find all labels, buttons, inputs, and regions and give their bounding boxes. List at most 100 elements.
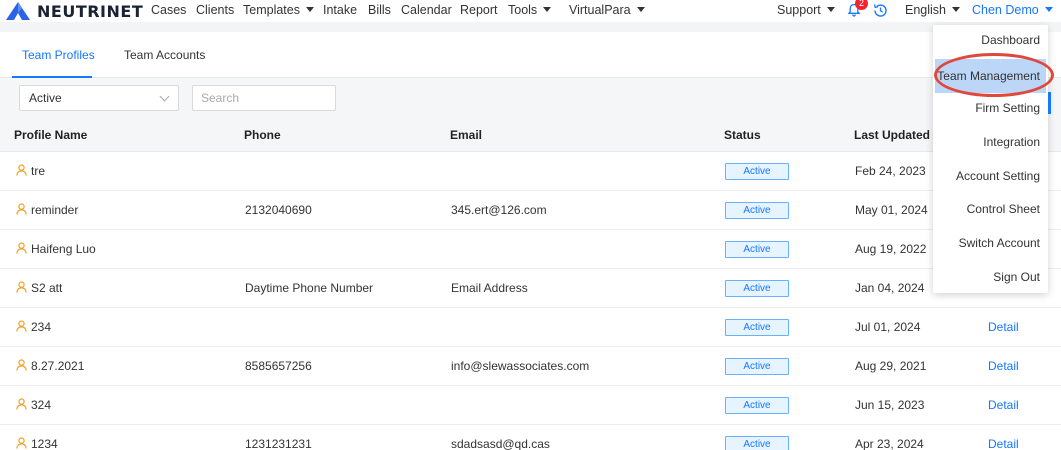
nav-report[interactable]: Report bbox=[460, 3, 498, 17]
nav-report-label: Report bbox=[460, 3, 498, 17]
history-clock-icon[interactable] bbox=[873, 3, 888, 18]
table-header: Profile Name Phone Email Status Last Upd… bbox=[0, 118, 1061, 152]
caret-down-icon bbox=[1044, 7, 1053, 12]
support-label: Support bbox=[777, 3, 821, 17]
email-cell: 345.ert@126.com bbox=[451, 203, 547, 217]
brand-logo[interactable]: NEUTRINET bbox=[6, 0, 143, 22]
table-row[interactable]: 324 Active Jun 15, 2023 Detail bbox=[0, 386, 1061, 425]
person-icon bbox=[16, 203, 27, 215]
nav-virtualpara[interactable]: VirtualPara bbox=[569, 3, 645, 17]
column-header-email[interactable]: Email bbox=[450, 128, 482, 142]
last-updated-cell: May 01, 2024 bbox=[855, 203, 928, 217]
table-row[interactable]: tre Active Feb 24, 2023 bbox=[0, 152, 1061, 191]
filter-bar: Active bbox=[0, 78, 1061, 118]
menu-item-control-sheet[interactable]: Control Sheet bbox=[967, 202, 1040, 216]
column-header-profile-name[interactable]: Profile Name bbox=[14, 128, 87, 142]
support-menu[interactable]: Support bbox=[777, 3, 835, 17]
status-badge: Active bbox=[725, 319, 789, 336]
phone-cell: 8585657256 bbox=[245, 359, 312, 373]
nav-templates-label: Templates bbox=[243, 3, 300, 17]
person-icon bbox=[16, 242, 27, 254]
phone-cell: Daytime Phone Number bbox=[245, 281, 374, 295]
menu-item-account-setting[interactable]: Account Setting bbox=[956, 169, 1040, 183]
chevron-down-icon bbox=[159, 91, 170, 102]
email-cell: sdadsasd@qd.cas bbox=[451, 437, 550, 450]
table-row[interactable]: reminder 2132040690 345.ert@126.com Active M… bbox=[0, 191, 1061, 230]
email-cell: Email Address bbox=[451, 281, 528, 295]
annotation-highlight-circle bbox=[934, 53, 1054, 97]
status-filter-select[interactable]: Active bbox=[19, 85, 179, 111]
status-badge: Active bbox=[725, 436, 789, 450]
tab-team-profiles[interactable]: Team Profiles bbox=[22, 48, 95, 62]
last-updated-cell: Apr 23, 2024 bbox=[855, 437, 924, 450]
table-row[interactable]: 234 Active Jul 01, 2024 Detail bbox=[0, 308, 1061, 347]
notification-badge: 2 bbox=[855, 0, 868, 10]
profile-name-cell[interactable]: S2 att bbox=[31, 281, 62, 295]
user-menu[interactable]: Chen Demo bbox=[972, 3, 1053, 17]
status-badge: Active bbox=[725, 163, 789, 180]
caret-down-icon bbox=[952, 7, 960, 12]
column-header-status[interactable]: Status bbox=[724, 128, 761, 142]
column-header-last-updated[interactable]: Last Updated bbox=[854, 128, 930, 142]
column-header-phone[interactable]: Phone bbox=[244, 128, 281, 142]
menu-item-integration[interactable]: Integration bbox=[983, 135, 1040, 149]
caret-down-icon bbox=[305, 7, 314, 12]
profile-name-cell[interactable]: 8.27.2021 bbox=[31, 359, 84, 373]
tab-team-accounts[interactable]: Team Accounts bbox=[124, 48, 205, 62]
language-menu[interactable]: English bbox=[905, 3, 960, 17]
nav-cases[interactable]: Cases bbox=[151, 3, 186, 17]
profile-name-cell[interactable]: 324 bbox=[31, 398, 51, 412]
table-row[interactable]: S2 att Daytime Phone Number Email Address A… bbox=[0, 269, 1061, 308]
last-updated-cell: Jul 01, 2024 bbox=[855, 320, 921, 334]
menu-item-switch-account[interactable]: Switch Account bbox=[959, 236, 1040, 250]
nav-tools[interactable]: Tools bbox=[508, 3, 552, 17]
nav-intake[interactable]: Intake bbox=[323, 3, 357, 17]
menu-item-firm-setting[interactable]: Firm Setting bbox=[975, 101, 1040, 115]
detail-link[interactable]: Detail bbox=[988, 320, 1019, 334]
person-icon bbox=[16, 164, 27, 176]
profile-name-cell[interactable]: 234 bbox=[31, 320, 51, 334]
profile-name-cell[interactable]: reminder bbox=[31, 203, 78, 217]
scrollbar-indicator bbox=[1048, 92, 1051, 114]
detail-link[interactable]: Detail bbox=[988, 437, 1019, 450]
person-icon bbox=[16, 281, 27, 293]
nav-cases-label: Cases bbox=[151, 3, 187, 17]
last-updated-cell: Jun 15, 2023 bbox=[855, 398, 925, 412]
person-icon bbox=[16, 398, 27, 410]
person-icon bbox=[16, 437, 27, 449]
nav-clients[interactable]: Clients bbox=[196, 3, 234, 17]
status-badge: Active bbox=[725, 358, 789, 375]
caret-down-icon bbox=[543, 7, 552, 12]
profile-name-cell[interactable]: tre bbox=[31, 164, 45, 178]
nav-templates[interactable]: Templates bbox=[243, 3, 314, 17]
status-badge: Active bbox=[725, 241, 789, 258]
language-label: English bbox=[905, 3, 946, 17]
status-badge: Active bbox=[725, 202, 789, 219]
status-badge: Active bbox=[725, 397, 789, 414]
phone-cell: 2132040690 bbox=[245, 203, 312, 217]
nav-bills[interactable]: Bills bbox=[368, 3, 391, 17]
status-badge: Active bbox=[725, 280, 789, 297]
nav-calendar[interactable]: Calendar bbox=[401, 3, 452, 17]
table-row[interactable]: 1234 1231231231 sdadsasd@qd.cas Active Apr 2… bbox=[0, 425, 1061, 450]
nav-bills-label: Bills bbox=[368, 3, 391, 17]
caret-down-icon bbox=[826, 7, 835, 12]
status-filter-value: Active bbox=[29, 91, 62, 105]
detail-link[interactable]: Detail bbox=[988, 359, 1019, 373]
menu-item-sign-out[interactable]: Sign Out bbox=[993, 270, 1040, 284]
caret-down-icon bbox=[636, 7, 645, 12]
profile-name-cell[interactable]: 1234 bbox=[31, 437, 58, 450]
last-updated-cell: Aug 19, 2022 bbox=[855, 242, 927, 256]
profile-name-cell[interactable]: Haifeng Luo bbox=[31, 242, 96, 256]
search-input[interactable] bbox=[192, 85, 336, 111]
nav-virtualpara-label: VirtualPara bbox=[569, 3, 631, 17]
last-updated-cell: Aug 29, 2021 bbox=[855, 359, 927, 373]
top-navigation-bar: NEUTRINET Cases Clients Templates Intake… bbox=[0, 0, 1061, 22]
last-updated-cell: Jan 04, 2024 bbox=[855, 281, 925, 295]
person-icon bbox=[16, 320, 27, 332]
menu-item-dashboard[interactable]: Dashboard bbox=[981, 33, 1040, 47]
detail-link[interactable]: Detail bbox=[988, 398, 1019, 412]
table-row[interactable]: Haifeng Luo Active Aug 19, 2022 bbox=[0, 230, 1061, 269]
nav-intake-label: Intake bbox=[323, 3, 358, 17]
table-row[interactable]: 8.27.2021 8585657256 info@slewassociates.c… bbox=[0, 347, 1061, 386]
